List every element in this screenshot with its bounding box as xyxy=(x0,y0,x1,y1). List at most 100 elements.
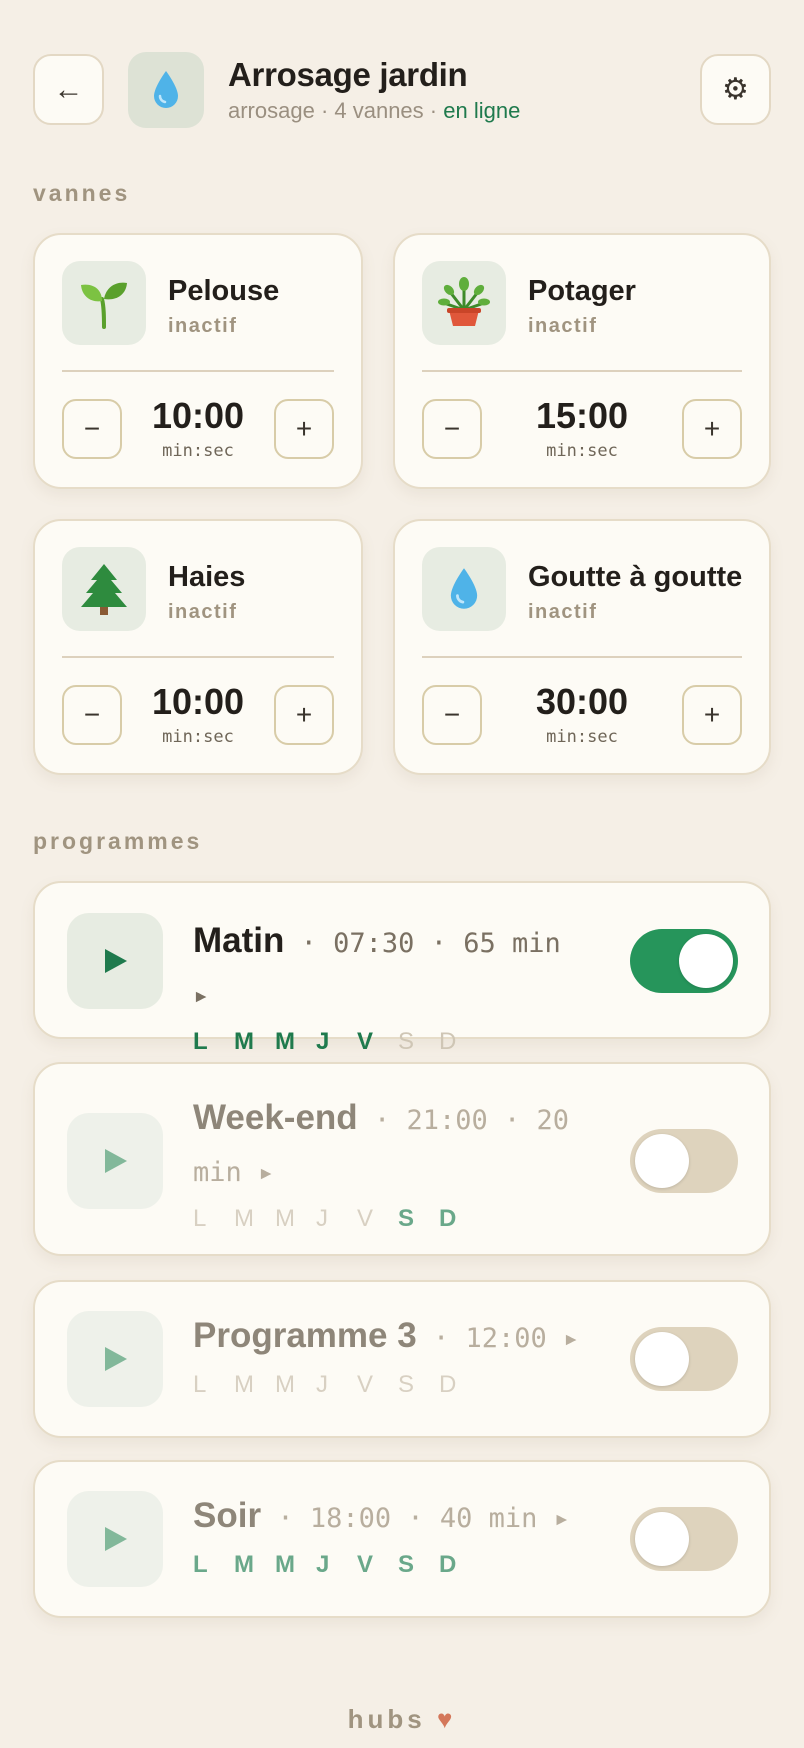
program-card-week-end: Week-end · 21:00 · 20 min ▸ L M M J V S … xyxy=(33,1062,771,1256)
program-header: Matin · 07:30 · 65 min ▸ xyxy=(193,917,583,1024)
play-icon xyxy=(105,1527,127,1551)
play-icon xyxy=(105,949,127,973)
program-name: Soir xyxy=(193,1496,262,1535)
play-icon xyxy=(105,1149,127,1173)
back-arrow-icon: ← xyxy=(53,72,84,106)
valve-name: Potager xyxy=(528,275,636,307)
divider xyxy=(422,656,742,658)
play-button[interactable] xyxy=(67,913,163,1009)
valve-icon xyxy=(62,261,146,345)
day-label: V xyxy=(357,1028,374,1055)
day-label: J xyxy=(316,1371,328,1398)
play-icon xyxy=(105,1347,127,1371)
valve-status: inactif xyxy=(168,315,238,337)
increase-button[interactable]: + xyxy=(682,685,742,745)
day-label: L xyxy=(193,1028,208,1055)
evergreen-tree-icon xyxy=(81,564,127,615)
valve-card-goutte: Goutte à goutte inactif − 30:00 min:sec … xyxy=(393,519,771,775)
program-name: Matin xyxy=(193,921,285,960)
program-card-soir: Soir · 18:00 · 40 min ▸ L M M J V S D xyxy=(33,1460,771,1618)
program-meta: · 18:00 · 40 min ▸ xyxy=(261,1503,570,1534)
day-label: D xyxy=(439,1371,457,1398)
valve-status: inactif xyxy=(168,601,238,623)
valve-icon xyxy=(422,261,506,345)
divider xyxy=(62,656,334,658)
day-label: J xyxy=(316,1551,330,1578)
valve-name: Haies xyxy=(168,561,246,593)
program-header: Soir · 18:00 · 40 min ▸ xyxy=(193,1492,583,1547)
app-icon xyxy=(128,52,204,128)
play-button[interactable] xyxy=(67,1311,163,1407)
day-label: L xyxy=(193,1551,208,1578)
day-label: M xyxy=(275,1028,295,1055)
program-toggle[interactable] xyxy=(630,1507,738,1571)
program-info: Programme 3 · 12:00 ▸ L M M J V S D xyxy=(193,1312,583,1399)
title-block: Arrosage jardin arrosage · 4 vannes · en… xyxy=(228,56,520,124)
day-label: M xyxy=(234,1205,254,1232)
program-header: Week-end · 21:00 · 20 min ▸ xyxy=(193,1094,583,1201)
day-label: D xyxy=(439,1028,457,1055)
day-label: V xyxy=(357,1371,374,1398)
status-online: en ligne xyxy=(443,98,521,123)
day-label: D xyxy=(439,1205,457,1232)
potted-plant-icon xyxy=(438,277,490,326)
valve-icon xyxy=(422,547,506,631)
gear-icon: ⚙ xyxy=(722,73,749,106)
program-toggle[interactable] xyxy=(630,929,738,993)
section-label-programs: programmes xyxy=(33,828,203,854)
seedling-icon xyxy=(81,282,127,329)
day-label: J xyxy=(316,1028,330,1055)
water-drop-icon xyxy=(450,568,478,609)
program-days: L M M J V S D xyxy=(193,1205,583,1233)
program-card-programme-3: Programme 3 · 12:00 ▸ L M M J V S D xyxy=(33,1280,771,1438)
toggle-knob xyxy=(635,1512,689,1566)
day-label: M xyxy=(275,1371,295,1398)
valve-name: Pelouse xyxy=(168,275,280,307)
day-label: M xyxy=(234,1028,254,1055)
valve-card-pelouse: Pelouse inactif − 10:00 min:sec + xyxy=(33,233,363,489)
divider xyxy=(62,370,334,372)
day-label: L xyxy=(193,1371,207,1398)
program-days: L M M J V S D xyxy=(193,1551,583,1579)
day-label: S xyxy=(398,1551,415,1578)
valve-card-haies: Haies inactif − 10:00 min:sec + xyxy=(33,519,363,775)
program-days: L M M J V S D xyxy=(193,1028,583,1056)
header: ← Arrosage jardin arrosage · 4 vannes · … xyxy=(33,52,771,128)
program-info: Soir · 18:00 · 40 min ▸ L M M J V S D xyxy=(193,1492,583,1579)
program-card-matin: Matin · 07:30 · 65 min ▸ L M M J V S D xyxy=(33,881,771,1055)
day-label: M xyxy=(275,1205,295,1232)
program-toggle[interactable] xyxy=(630,1129,738,1193)
day-label: D xyxy=(439,1551,457,1578)
settings-button[interactable]: ⚙ xyxy=(700,54,771,125)
day-label: V xyxy=(357,1205,374,1232)
section-label-valves: vannes xyxy=(33,180,131,206)
increase-button[interactable]: + xyxy=(274,685,334,745)
program-header: Programme 3 · 12:00 ▸ xyxy=(193,1312,583,1367)
valve-card-potager: Potager inactif − 15:00 min:sec + xyxy=(393,233,771,489)
footer: hubs ♥ xyxy=(0,1704,804,1735)
valve-status: inactif xyxy=(528,601,598,623)
day-label: S xyxy=(398,1371,415,1398)
program-toggle[interactable] xyxy=(630,1327,738,1391)
day-label: M xyxy=(234,1551,254,1578)
program-info: Week-end · 21:00 · 20 min ▸ L M M J V S … xyxy=(193,1094,583,1233)
page-title: Arrosage jardin xyxy=(228,56,468,93)
divider xyxy=(422,370,742,372)
toggle-knob xyxy=(635,1332,689,1386)
increase-button[interactable]: + xyxy=(682,399,742,459)
play-button[interactable] xyxy=(67,1491,163,1587)
day-label: S xyxy=(398,1028,415,1055)
program-meta: · 12:00 ▸ xyxy=(416,1323,580,1354)
back-button[interactable]: ← xyxy=(33,54,104,125)
water-drop-icon xyxy=(154,71,178,108)
footer-brand: hubs xyxy=(347,1704,426,1734)
program-name: Week-end xyxy=(193,1098,358,1137)
heart-icon: ♥ xyxy=(436,1704,457,1734)
day-label: L xyxy=(193,1205,207,1232)
day-label: S xyxy=(398,1205,415,1232)
day-label: J xyxy=(316,1205,328,1232)
day-label: M xyxy=(275,1551,295,1578)
increase-button[interactable]: + xyxy=(274,399,334,459)
valve-name: Goutte à goutte xyxy=(528,561,743,593)
play-button[interactable] xyxy=(67,1113,163,1209)
